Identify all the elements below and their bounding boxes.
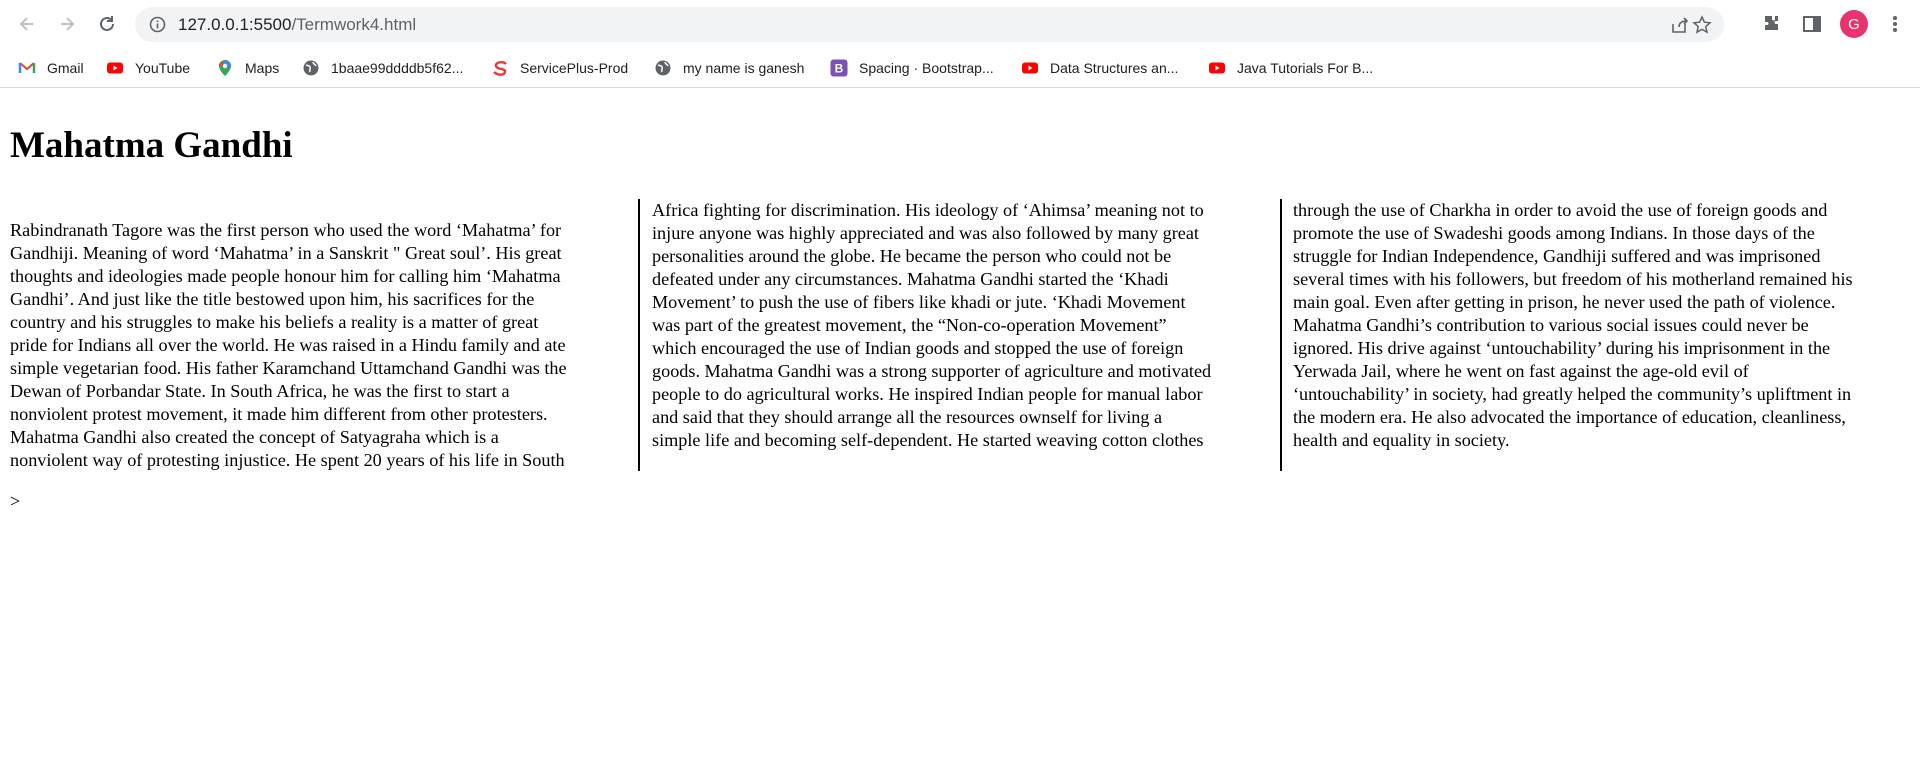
bookmark-label: Java Tutorials For B... xyxy=(1237,60,1374,76)
reload-icon xyxy=(100,16,114,31)
bookmark-label: Data Structures an... xyxy=(1050,60,1179,76)
text-line: the modern era. He also advocated the im… xyxy=(1293,407,1846,427)
forward-arrow-icon xyxy=(61,17,75,31)
bookmark-label: Spacing · Bootstrap... xyxy=(859,60,994,76)
text-line: Mahatma Gandhi also created the concept … xyxy=(10,427,499,447)
text-line: Yerwada Jail, where he went on fast agai… xyxy=(1293,361,1749,381)
maps-icon xyxy=(218,60,231,76)
text-line: ‘untouchability’ in society, had greatly… xyxy=(1293,384,1852,404)
bookmark-youtube[interactable]: YouTube xyxy=(106,55,190,81)
text-line: through the use of Charkha in order to a… xyxy=(1293,200,1828,220)
bookmarks-bar: Gmail YouTube Maps 1baae99ddddb5f62... S… xyxy=(0,49,1920,88)
bookmark-bootstrap[interactable]: B Spacing · Bootstrap... xyxy=(830,55,994,81)
bookmark-java-tutorials[interactable]: Java Tutorials For B... xyxy=(1208,55,1373,81)
text-line: injure anyone was highly appreciated and… xyxy=(652,223,1199,243)
avatar-letter: G xyxy=(1848,15,1860,33)
text-line: promote the use of Swadeshi goods among … xyxy=(1293,223,1815,243)
text-line: nonviolent protest movement, it made him… xyxy=(10,404,548,424)
globe-icon xyxy=(303,60,319,76)
bookmark-maps[interactable]: Maps xyxy=(216,55,279,81)
text-line: country and his struggles to make his be… xyxy=(10,312,539,332)
text-line: struggle for Indian Independence, Gandhi… xyxy=(1293,246,1821,266)
youtube-icon xyxy=(1022,62,1038,74)
text-line: Africa fighting for discrimination. His … xyxy=(652,200,1204,220)
text-line: Gandhi’. And just like the title bestowe… xyxy=(10,289,535,309)
column-rule xyxy=(1280,199,1282,471)
bookmark-star-icon[interactable] xyxy=(1692,15,1712,35)
bookmark-label: Maps xyxy=(245,60,280,76)
bookmark-serviceplus[interactable]: ServicePlus-Prod xyxy=(491,55,628,81)
bookmark-hash-link[interactable]: 1baae99ddddb5f62... xyxy=(302,55,463,81)
youtube-icon xyxy=(107,62,123,74)
text-line: Gandhiji. Meaning of word ‘Mahatma’ in a… xyxy=(10,243,562,263)
page-title: Mahatma Gandhi xyxy=(10,125,293,166)
text-line: thoughts and ideologies made people hono… xyxy=(10,266,561,286)
column-rule xyxy=(638,199,640,471)
address-bar[interactable]: 127.0.0.1:5500/Termwork4.html xyxy=(135,7,1724,42)
text-column-1: Rabindranath Tagore was the first person… xyxy=(10,219,630,491)
browser-toolbar: 127.0.0.1:5500/Termwork4.html G xyxy=(0,0,1920,49)
text-line: several times with his followers, but fr… xyxy=(1293,269,1853,289)
youtube-icon xyxy=(1209,62,1225,74)
bookmark-my-name[interactable]: my name is ganesh xyxy=(654,55,804,81)
back-arrow-icon xyxy=(19,17,33,31)
bootstrap-icon: B xyxy=(830,59,848,77)
text-line: goods. Mahatma Gandhi was a strong suppo… xyxy=(652,361,1212,381)
text-column-3: through the use of Charkha in order to a… xyxy=(1293,199,1913,471)
text-line: pride for Indians all over the world. He… xyxy=(10,335,566,355)
text-line: health and equality in society. xyxy=(1293,430,1510,450)
reload-button[interactable] xyxy=(92,9,122,39)
more-menu-icon[interactable] xyxy=(1883,12,1907,36)
forward-button[interactable] xyxy=(52,9,82,39)
text-line: people to do agricultural works. He insp… xyxy=(652,384,1203,404)
globe-icon xyxy=(655,60,671,76)
back-button[interactable] xyxy=(12,9,42,39)
profile-avatar[interactable]: G xyxy=(1840,10,1868,38)
url-host: 127.0.0.1:5500 xyxy=(178,15,292,34)
url-text[interactable]: 127.0.0.1:5500/Termwork4.html xyxy=(178,15,416,35)
bookmark-label: Gmail xyxy=(47,60,84,76)
text-line: Mahatma Gandhi’s contribution to various… xyxy=(1293,315,1809,335)
gmail-icon xyxy=(18,62,36,73)
page-content: Mahatma Gandhi Rabindranath Tagore was t… xyxy=(0,88,1920,763)
multi-column-text: Rabindranath Tagore was the first person… xyxy=(10,199,1910,561)
extensions-icon[interactable] xyxy=(1760,12,1784,36)
side-panel-icon[interactable] xyxy=(1800,12,1824,36)
text-line: simple life and becoming self-dependent.… xyxy=(652,430,1204,450)
text-line: and said that they should arrange all th… xyxy=(652,407,1163,427)
text-line: Dewan of Porbandar State. In South Afric… xyxy=(10,381,510,401)
stray-text: > xyxy=(10,491,21,511)
text-line: Movement’ to push the use of fibers like… xyxy=(652,292,1186,312)
serviceplus-icon xyxy=(493,61,507,76)
svg-text:B: B xyxy=(835,62,844,76)
text-line: ignored. His drive against ‘untouchabili… xyxy=(1293,338,1831,358)
text-line: was part of the greatest movement, the “… xyxy=(652,315,1167,335)
bookmark-data-structures[interactable]: Data Structures an... xyxy=(1021,55,1178,81)
url-path: /Termwork4.html xyxy=(291,15,417,34)
site-info-icon[interactable] xyxy=(149,16,166,33)
bookmark-label: YouTube xyxy=(135,60,191,76)
text-line: defeated under any circumstances. Mahatm… xyxy=(652,269,1169,289)
text-line: which encouraged the use of Indian goods… xyxy=(652,338,1184,358)
bookmark-label: ServicePlus-Prod xyxy=(520,60,629,76)
bookmark-label: 1baae99ddddb5f62... xyxy=(331,60,464,76)
bookmark-gmail[interactable]: Gmail xyxy=(18,55,84,81)
text-line: nonviolent way of protesting injustice. … xyxy=(10,450,565,470)
share-icon[interactable] xyxy=(1670,15,1690,35)
bookmark-label: my name is ganesh xyxy=(683,60,805,76)
text-line: main goal. Even after getting in prison,… xyxy=(1293,292,1836,312)
text-line: Rabindranath Tagore was the first person… xyxy=(10,220,562,240)
text-line: personalities around the globe. He becam… xyxy=(652,246,1172,266)
text-column-2: Africa fighting for discrimination. His … xyxy=(652,199,1272,471)
text-line: simple vegetarian food. His father Karam… xyxy=(10,358,567,378)
